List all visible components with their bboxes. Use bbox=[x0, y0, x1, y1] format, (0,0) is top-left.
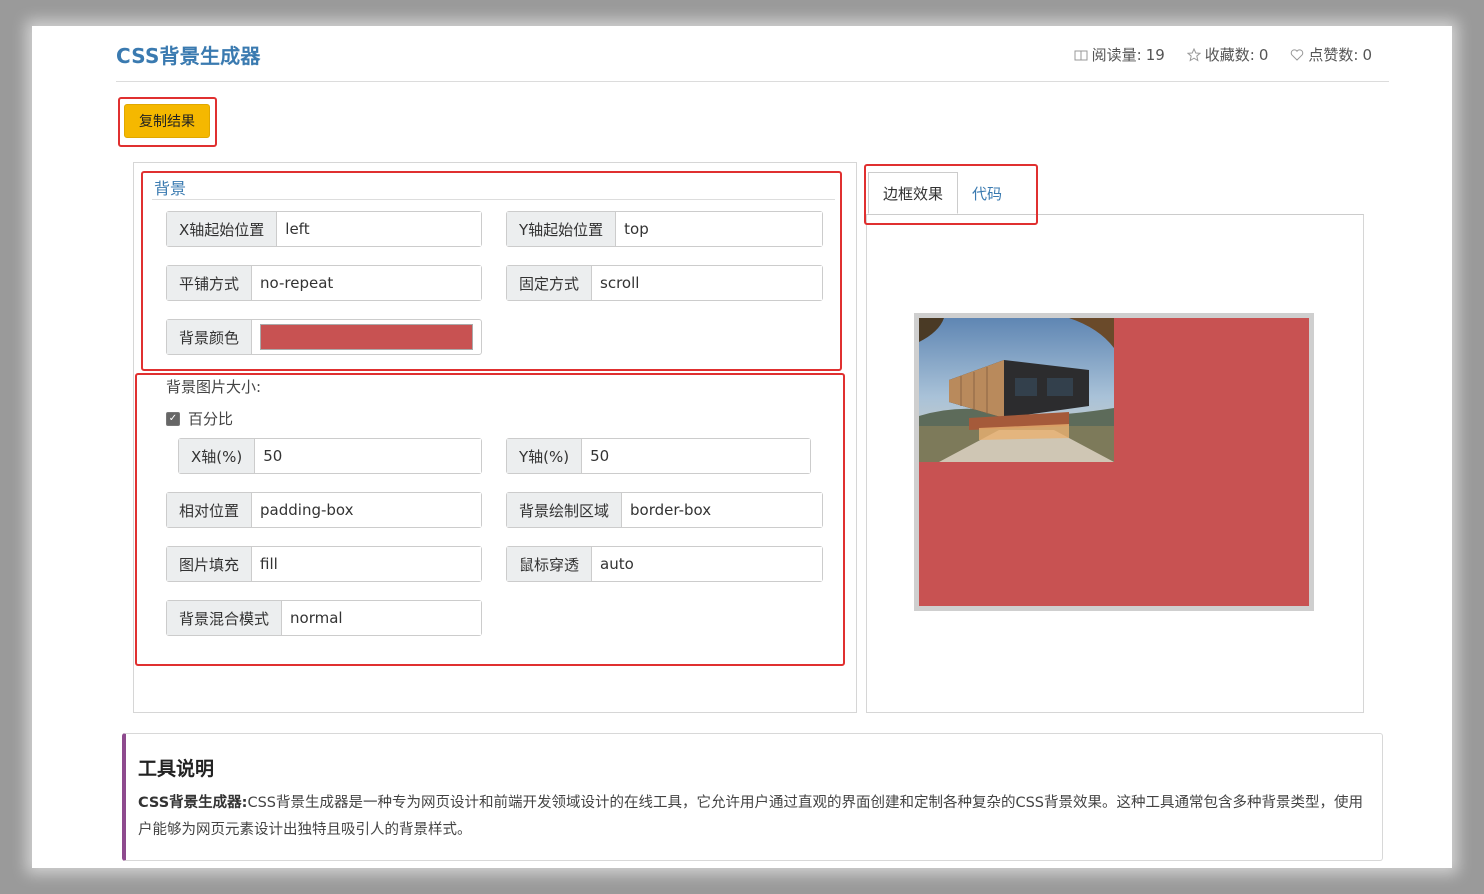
book-icon bbox=[1074, 50, 1088, 60]
description-bold: CSS背景生成器: bbox=[138, 795, 248, 811]
description-body: CSS背景生成器是一种专为网页设计和前端开发领域设计的在线工具，它允许用户通过直… bbox=[138, 795, 1364, 838]
star-icon bbox=[1186, 47, 1201, 62]
page-title: CSS背景生成器 bbox=[116, 44, 261, 68]
description-heading: 工具说明 bbox=[138, 758, 215, 780]
background-preview bbox=[914, 313, 1314, 611]
heart-icon bbox=[1291, 48, 1304, 61]
highlight-background bbox=[141, 171, 842, 371]
like-stat[interactable]: 点赞数: 0 bbox=[1290, 44, 1372, 65]
description-text: CSS背景生成器:CSS背景生成器是一种专为网页设计和前端开发领域设计的在线工具… bbox=[138, 790, 1376, 844]
fav-label: 收藏数: bbox=[1204, 46, 1255, 64]
read-label: 阅读量: bbox=[1091, 46, 1142, 64]
fav-count: 0 bbox=[1258, 45, 1269, 64]
preview-image bbox=[919, 318, 1114, 462]
stats-bar: 阅读量: 19 收藏数: 0 点赞数: 0 bbox=[1074, 44, 1372, 65]
like-count: 0 bbox=[1362, 45, 1372, 64]
read-stat: 阅读量: 19 bbox=[1074, 44, 1165, 65]
tool-description: 工具说明 CSS背景生成器:CSS背景生成器是一种专为网页设计和前端开发领域设计… bbox=[122, 733, 1383, 861]
like-label: 点赞数: bbox=[1308, 46, 1359, 64]
highlight-size bbox=[135, 373, 845, 666]
highlight-copy bbox=[118, 97, 217, 147]
highlight-tabs bbox=[864, 164, 1038, 225]
header-divider bbox=[116, 81, 1389, 82]
fav-stat[interactable]: 收藏数: 0 bbox=[1186, 44, 1269, 65]
read-count: 19 bbox=[1145, 45, 1165, 64]
